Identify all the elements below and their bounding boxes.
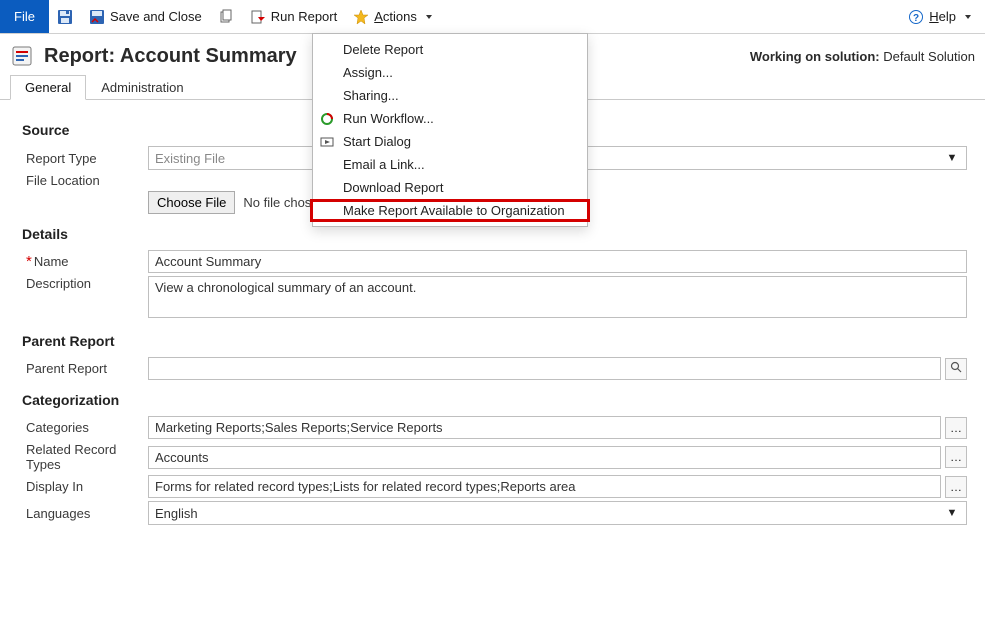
label-description: Description: [22, 276, 140, 291]
save-and-close-label: Save and Close: [110, 9, 202, 24]
dialog-icon: [319, 134, 335, 150]
help-button[interactable]: ? Help: [900, 0, 979, 33]
help-icon: ?: [908, 9, 924, 25]
label-parent-report: Parent Report: [22, 361, 140, 376]
menu-item-make-available-org[interactable]: Make Report Available to Organization: [310, 199, 590, 222]
menu-item-label: Make Report Available to Organization: [343, 203, 565, 218]
menu-item-label: Delete Report: [343, 42, 423, 57]
toolbar: File Save and Close Run Report Actions ?: [0, 0, 985, 34]
actions-menu-button[interactable]: Actions: [345, 0, 440, 33]
file-menu-button[interactable]: File: [0, 0, 49, 33]
description-textarea[interactable]: [148, 276, 967, 318]
label-name: * Name: [22, 254, 140, 269]
actions-menu: Delete Report Assign... Sharing... Run W…: [312, 33, 588, 227]
display-in-edit-button[interactable]: …: [945, 476, 967, 498]
actions-star-icon: [353, 9, 369, 25]
menu-item-label: Run Workflow...: [343, 111, 434, 126]
menu-item-assign[interactable]: Assign...: [313, 61, 587, 84]
solution-label: Working on solution: Default Solution: [750, 49, 975, 64]
tab-label: General: [25, 80, 71, 95]
page-title: Report: Account Summary: [44, 45, 297, 68]
label-report-type: Report Type: [22, 151, 140, 166]
parent-report-input[interactable]: [148, 357, 941, 380]
name-label-text: Name: [34, 254, 69, 269]
copy-icon: [218, 9, 234, 25]
menu-item-run-workflow[interactable]: Run Workflow...: [313, 107, 587, 130]
chevron-down-icon: ▼: [944, 507, 960, 519]
menu-item-download-report[interactable]: Download Report: [313, 176, 587, 199]
menu-item-label: Assign...: [343, 65, 393, 80]
floppy-close-icon: [89, 9, 105, 25]
menu-item-sharing[interactable]: Sharing...: [313, 84, 587, 107]
choose-file-button[interactable]: Choose File: [148, 191, 235, 214]
languages-value: English: [155, 506, 198, 521]
section-details: Details: [22, 226, 967, 242]
solution-prefix: Working on solution:: [750, 49, 880, 64]
related-record-types-input[interactable]: [148, 446, 941, 469]
tab-general[interactable]: General: [10, 75, 86, 100]
name-input[interactable]: [148, 250, 967, 273]
run-report-button[interactable]: Run Report: [242, 0, 345, 33]
save-and-close-button[interactable]: Save and Close: [81, 0, 210, 33]
menu-item-label: Sharing...: [343, 88, 399, 103]
section-categorization: Categorization: [22, 392, 967, 408]
floppy-save-icon: [57, 9, 73, 25]
copy-button[interactable]: [210, 0, 242, 33]
help-label: Help: [929, 9, 956, 24]
actions-label: Actions: [374, 9, 417, 24]
save-button[interactable]: [49, 0, 81, 33]
menu-item-email-link[interactable]: Email a Link...: [313, 153, 587, 176]
run-report-icon: [250, 9, 266, 25]
section-parent-report: Parent Report: [22, 333, 967, 349]
label-file-location: File Location: [22, 173, 140, 188]
related-edit-button[interactable]: …: [945, 446, 967, 468]
choose-file-label: Choose File: [157, 195, 226, 210]
menu-item-start-dialog[interactable]: Start Dialog: [313, 130, 587, 153]
menu-item-label: Start Dialog: [343, 134, 411, 149]
caret-down-icon: [426, 15, 432, 19]
menu-item-delete-report[interactable]: Delete Report: [313, 38, 587, 61]
lookup-button[interactable]: [945, 358, 967, 380]
tab-label: Administration: [101, 80, 183, 95]
display-in-input[interactable]: [148, 475, 941, 498]
label-languages: Languages: [22, 506, 140, 521]
label-display-in: Display In: [22, 479, 140, 494]
chevron-down-icon: ▼: [944, 152, 960, 164]
search-icon: [950, 361, 962, 376]
label-categories: Categories: [22, 420, 140, 435]
report-type-value: Existing File: [155, 151, 225, 166]
label-related-record-types: Related Record Types: [22, 442, 140, 472]
menu-item-label: Download Report: [343, 180, 443, 195]
report-icon: [10, 44, 34, 68]
caret-down-icon: [965, 15, 971, 19]
workflow-icon: [319, 111, 335, 127]
tab-administration[interactable]: Administration: [86, 75, 198, 100]
categories-input[interactable]: [148, 416, 941, 439]
languages-select[interactable]: English ▼: [148, 501, 967, 525]
menu-item-label: Email a Link...: [343, 157, 425, 172]
run-report-label: Run Report: [271, 9, 337, 24]
solution-name: Default Solution: [883, 49, 975, 64]
file-menu-label: File: [14, 9, 35, 24]
svg-text:?: ?: [913, 13, 919, 24]
categories-edit-button[interactable]: …: [945, 417, 967, 439]
